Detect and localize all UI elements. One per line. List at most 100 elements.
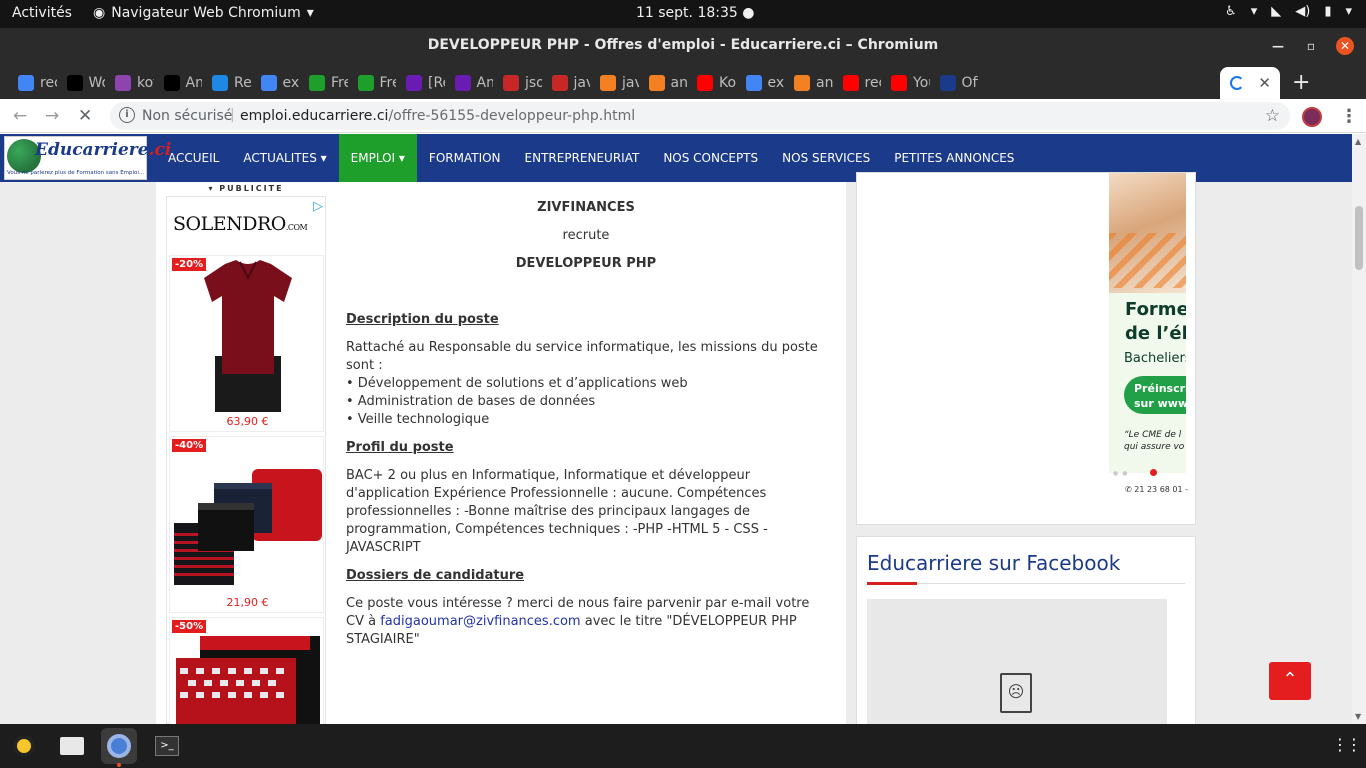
back-button[interactable]: ←	[13, 106, 27, 126]
browser-tab-active[interactable]: ✕	[1220, 67, 1280, 99]
page-scrollbar[interactable]: ▲ ▼	[1352, 134, 1366, 724]
adchoices-icon[interactable]: ▷	[313, 199, 323, 214]
facebook-embed-frame[interactable]: ☹	[867, 599, 1167, 724]
browser-tab[interactable]: Ret	[202, 67, 251, 99]
solendro-ad[interactable]: ▷ SOLENDRO.COM -20% 63,90 € -40% 21,90 €…	[166, 196, 326, 724]
ad-brand: SOLENDRO.COM	[173, 213, 308, 235]
nav-item-actualites[interactable]: ACTUALITES ▾	[231, 134, 338, 182]
browser-tab[interactable]: [Ré	[396, 67, 445, 99]
url-path: /offre-56155-developpeur-php.html	[388, 108, 636, 124]
ad-product-boxers[interactable]: -40% 21,90 €	[169, 436, 324, 613]
new-tab-button[interactable]: +	[1292, 70, 1310, 95]
stop-loading-button[interactable]: ✕	[78, 106, 92, 126]
site-logo[interactable]: Educarriere.ci Vous ne parlerez plus de …	[4, 136, 171, 180]
show-applications-icon[interactable]: ⋮⋮⋮	[1332, 735, 1366, 754]
scrollbar-thumb[interactable]	[1355, 206, 1363, 270]
browser-tab[interactable]: Wo	[57, 67, 105, 99]
browser-tab[interactable]: rec	[8, 67, 57, 99]
tab-strip: rec Wo kot An Ret exp Fre Fre [Ré An jso jav jav and K…	[0, 63, 1366, 99]
boxers-red-image	[176, 636, 320, 724]
accessibility-icon[interactable]: ♿	[1225, 4, 1237, 19]
scroll-up-icon[interactable]: ▲	[1355, 137, 1361, 146]
ad-preinscription-pill[interactable]: Préinscri sur www.	[1124, 376, 1186, 414]
browser-toolbar: ← → ✕ i Non sécurisé | emploi.educarrier…	[0, 99, 1366, 133]
activities-button[interactable]: Activités	[12, 5, 72, 21]
close-window-button[interactable]: ✕	[1336, 37, 1354, 55]
app-menu[interactable]: ◉ Navigateur Web Chromium ▾	[93, 5, 314, 21]
tab-label: jso	[525, 75, 542, 91]
scroll-down-icon[interactable]: ▼	[1355, 712, 1361, 721]
forward-button[interactable]: →	[45, 106, 59, 126]
app-menu-label: Navigateur Web Chromium	[111, 5, 301, 21]
browser-tab[interactable]: and	[639, 67, 687, 99]
browser-tab[interactable]: An	[445, 67, 493, 99]
security-label[interactable]: Non sécurisé	[142, 108, 232, 124]
medium-icon	[66, 75, 83, 91]
profile-heading: Profil du poste	[346, 440, 454, 455]
nav-item-entrepreneuriat[interactable]: ENTREPRENEURIAT	[513, 134, 652, 182]
profile-text: BAC+ 2 ou plus en Informatique, Informat…	[346, 468, 768, 555]
running-indicator	[117, 763, 121, 767]
javatpoint-icon	[551, 75, 568, 91]
browser-tab[interactable]: rec	[833, 67, 881, 99]
nav-item-nos-concepts[interactable]: NOS CONCEPTS	[651, 134, 770, 182]
terminal-icon[interactable]: >_	[149, 728, 185, 764]
tab-label: [Ré	[428, 75, 445, 91]
ad-phone: ✆ 21 23 68 01 -	[1125, 485, 1189, 494]
scroll-to-top-button[interactable]: ⌃	[1269, 662, 1311, 700]
nav-item-formation[interactable]: FORMATION	[417, 134, 513, 182]
browser-tab[interactable]: An	[154, 67, 202, 99]
clock[interactable]: 11 sept. 18:35 ●	[636, 5, 754, 21]
stackoverflow-icon	[794, 75, 810, 91]
taskbar-dock: >_ ⋮⋮⋮	[0, 724, 1366, 768]
browser-tab[interactable]: and	[784, 67, 833, 99]
nav-item-accueil[interactable]: ACCUEIL	[156, 134, 231, 182]
recrute-text: recrute	[562, 228, 610, 243]
rhythmbox-icon[interactable]	[6, 728, 42, 764]
ad-product-tshirt[interactable]: -20% 63,90 €	[169, 255, 324, 432]
carousel-active-dot[interactable]	[1150, 469, 1157, 476]
browser-tab[interactable]: jav	[590, 67, 639, 99]
profile-avatar[interactable]	[1302, 107, 1322, 127]
sidebar: Formez de l’élé Bacheliers Préinscrisur …	[856, 172, 1196, 724]
stackoverflow-icon	[600, 75, 616, 91]
publicite-label: ▾ PUBLICITE	[208, 184, 284, 193]
nav-item-emploi[interactable]: EMPLOI ▾	[338, 134, 417, 182]
tab-label: kot	[137, 75, 154, 91]
company-name: ZIVFINANCES	[537, 200, 635, 215]
info-icon[interactable]: i	[119, 107, 135, 123]
browser-tab[interactable]: Fre	[299, 67, 348, 99]
maximize-button[interactable]: ▫	[1302, 37, 1320, 55]
browser-tab[interactable]: exp	[251, 67, 299, 99]
url-text[interactable]: emploi.educarriere.ci/offre-56155-develo…	[240, 108, 635, 124]
tab-label: jav	[622, 75, 639, 91]
browser-tab[interactable]: jso	[493, 67, 542, 99]
carousel-dots[interactable]: ●●	[1113, 470, 1131, 477]
browser-tab[interactable]: You	[881, 67, 930, 99]
browser-menu-icon[interactable]: ⋮	[1340, 106, 1358, 127]
product-price: 21,90 €	[226, 596, 269, 609]
browser-tab[interactable]: Off	[930, 67, 978, 99]
close-tab-icon[interactable]: ✕	[1258, 74, 1271, 92]
contact-email-link[interactable]: fadigaoumar@zivfinances.com	[380, 614, 580, 629]
browser-tab[interactable]: exp	[736, 67, 784, 99]
chromium-app-icon[interactable]	[101, 728, 137, 764]
bookmark-star-icon[interactable]: ☆	[1265, 106, 1280, 126]
dossier-heading: Dossiers de candidature	[346, 568, 525, 583]
ad-product-boxers-2[interactable]: -50%	[169, 617, 324, 724]
chevron-down-icon: ▾	[306, 5, 314, 21]
browser-tab[interactable]: kot	[105, 67, 154, 99]
product-price: 63,90 €	[226, 415, 269, 428]
system-tray[interactable]: ♿ ▾ ◣ ◀) ▮ ▾	[1225, 4, 1352, 19]
browser-tab[interactable]: Fre	[348, 67, 396, 99]
volume-icon: ◀)	[1295, 4, 1311, 19]
address-bar[interactable]: i Non sécurisé | emploi.educarriere.ci/o…	[110, 102, 1290, 130]
google-icon	[745, 75, 762, 91]
files-icon[interactable]	[54, 728, 90, 764]
ad-quote: “Le CME de l qui assure vo	[1124, 430, 1185, 452]
stackoverflow-icon	[648, 75, 665, 91]
minimize-button[interactable]: —	[1269, 37, 1287, 55]
browser-tab[interactable]: jav	[542, 67, 590, 99]
browser-tab[interactable]: Kot	[687, 67, 736, 99]
cme-formation-ad[interactable]: Formez de l’élé Bacheliers Préinscrisur …	[1109, 173, 1186, 483]
